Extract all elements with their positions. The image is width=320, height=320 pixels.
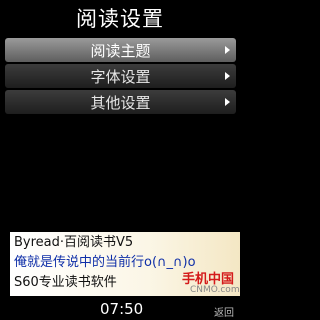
menu-item-other-settings[interactable]: 其他设置 bbox=[5, 90, 236, 114]
page-title: 阅读设置 bbox=[76, 7, 164, 31]
watermark-site: CNMO.com bbox=[190, 285, 240, 295]
title-bar: 阅读设置 bbox=[0, 0, 240, 36]
menu-item-label: 其他设置 bbox=[90, 93, 151, 112]
preview-line-title: Byread·百阅读书V5 bbox=[14, 235, 134, 250]
back-softkey[interactable]: 返回 bbox=[214, 304, 234, 319]
chevron-right-icon bbox=[225, 72, 230, 80]
settings-menu: 阅读主题 字体设置 其他设置 bbox=[5, 38, 236, 116]
menu-item-font-settings[interactable]: 字体设置 bbox=[5, 64, 236, 88]
watermark-logo: 手机中国 CNMO.com bbox=[182, 268, 240, 302]
menu-item-reading-theme[interactable]: 阅读主题 bbox=[5, 38, 236, 62]
chevron-right-icon bbox=[225, 98, 230, 106]
chevron-right-icon bbox=[225, 46, 230, 54]
clock: 07:50 bbox=[100, 300, 144, 318]
menu-item-label: 字体设置 bbox=[90, 67, 151, 86]
menu-item-label: 阅读主题 bbox=[90, 41, 151, 60]
